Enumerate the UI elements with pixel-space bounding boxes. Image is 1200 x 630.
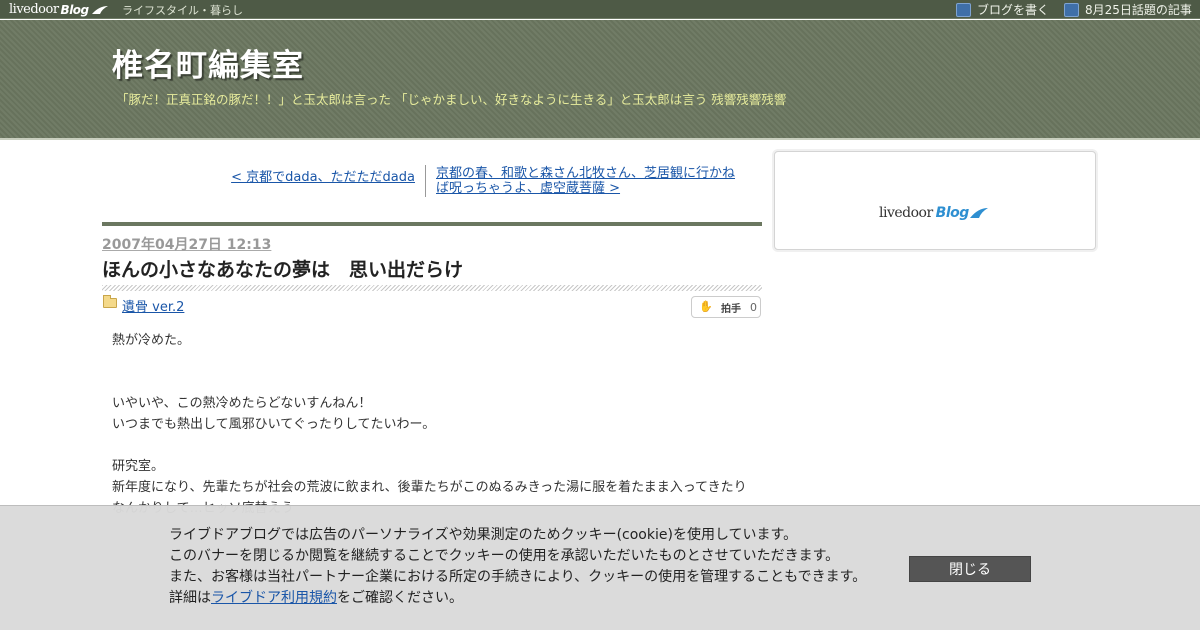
sidebar-logo-box: livedoor Blog (774, 151, 1096, 250)
title-divider (102, 285, 762, 291)
topic-articles-label: 8月25日話題の記事 (1085, 3, 1192, 17)
cookie-line: 詳細はライブドア利用規約をご確認ください。 (169, 588, 866, 609)
post-date[interactable]: 2007年04月27日 12:13 (102, 234, 271, 254)
body-line (112, 372, 762, 393)
terms-link[interactable]: ライブドア利用規約 (211, 590, 337, 606)
post-body: 熱が冷めた。 いやいや、この熱冷めたらどないすんねん！ いつまでも熱出して風邪ひ… (112, 330, 762, 519)
body-line: いやいや、この熱冷めたらどないすんねん！ (112, 396, 372, 411)
article-pager: < 京都でdada、ただただdada 京都の春、和歌と森さん北牧さん、芝居観に行… (102, 165, 762, 199)
feather-icon (969, 208, 988, 218)
livedoor-blog-logo[interactable]: livedoor Blog (9, 1, 109, 18)
cookie-line-prefix: 詳細は (169, 590, 211, 606)
sidebar-logo-text: livedoor (879, 205, 933, 221)
wing-icon (91, 5, 108, 14)
clap-button[interactable]: ✋ 拍手 0 (691, 296, 761, 318)
site-title[interactable]: 椎名町編集室 (112, 40, 304, 85)
post-title: ほんの小さなあなたの夢は 思い出だらけ (102, 259, 464, 281)
clap-icon: ✋ (699, 300, 713, 313)
body-line (112, 435, 762, 456)
logo-text: livedoor (9, 2, 59, 17)
pager-divider (425, 165, 426, 197)
article-top-rule (102, 222, 762, 226)
category-label[interactable]: ライフスタイル・暮らし (122, 2, 243, 18)
body-line: いつまでも熱出して風邪ひいてぐったりしてたいわー。 (112, 417, 436, 432)
cookie-line: ライブドアブログでは広告のパーソナライズや効果測定のためクッキー(cookie)… (169, 527, 798, 543)
clap-count: 0 (750, 300, 757, 314)
post-meta: 遺骨 ver.2 ✋ 拍手 0 (102, 295, 762, 319)
body-line: 熱が冷めた。 (112, 333, 191, 348)
body-line: 新年度になり、先輩たちが社会の荒波に飲まれ、後輩たちがこのぬるみきった湯に服を着… (112, 480, 747, 495)
cookie-line: また、お客様は当社パートナー企業における所定の手続きにより、クッキーの使用を管理… (169, 569, 867, 585)
body-line (112, 351, 762, 372)
cookie-line-suffix: をご確認ください。 (337, 590, 463, 606)
topic-articles-link[interactable]: 8月25日話題の記事 (1064, 1, 1192, 18)
pencil-icon (956, 2, 971, 17)
sidebar-livedoor-logo[interactable]: livedoor Blog (879, 205, 989, 221)
prev-article-link[interactable]: < 京都でdada、ただただdada (231, 166, 415, 185)
folder-icon (103, 295, 117, 308)
blog-header: 椎名町編集室 「豚だ！正真正銘の豚だ！！」と玉太郎は言った 「じゃかましい、好き… (0, 20, 1200, 140)
top-bar: livedoor Blog ライフスタイル・暮らし ブログを書く 8月25日話題… (0, 0, 1200, 19)
next-article-link[interactable]: 京都の春、和歌と森さん北牧さん、芝居観に行かねば呪っちゃうよ、虚空蔵菩薩 > (436, 166, 746, 196)
write-blog-label: ブログを書く (977, 3, 1050, 17)
body-line: 研究室。 (112, 459, 165, 474)
cookie-notice-text: ライブドアブログでは広告のパーソナライズや効果測定のためクッキー(cookie)… (169, 525, 866, 609)
calendar-icon (1064, 2, 1079, 17)
site-description: 「豚だ！正真正銘の豚だ！！」と玉太郎は言った 「じゃかましい、好きなように生きる… (116, 92, 787, 107)
cookie-line: このバナーを閉じるか閲覧を継続することでクッキーの使用を承認いただいたものとさせ… (169, 548, 840, 564)
cookie-close-button[interactable]: 閉じる (909, 556, 1031, 582)
write-blog-link[interactable]: ブログを書く (956, 1, 1049, 18)
cookie-banner: ライブドアブログでは広告のパーソナライズや効果測定のためクッキー(cookie)… (0, 505, 1200, 630)
clap-label: 拍手 (721, 303, 741, 315)
post-category-link[interactable]: 遺骨 ver.2 (122, 296, 184, 315)
sidebar-logo-blog: Blog (935, 205, 970, 221)
logo-blog-text: Blog (60, 2, 90, 17)
